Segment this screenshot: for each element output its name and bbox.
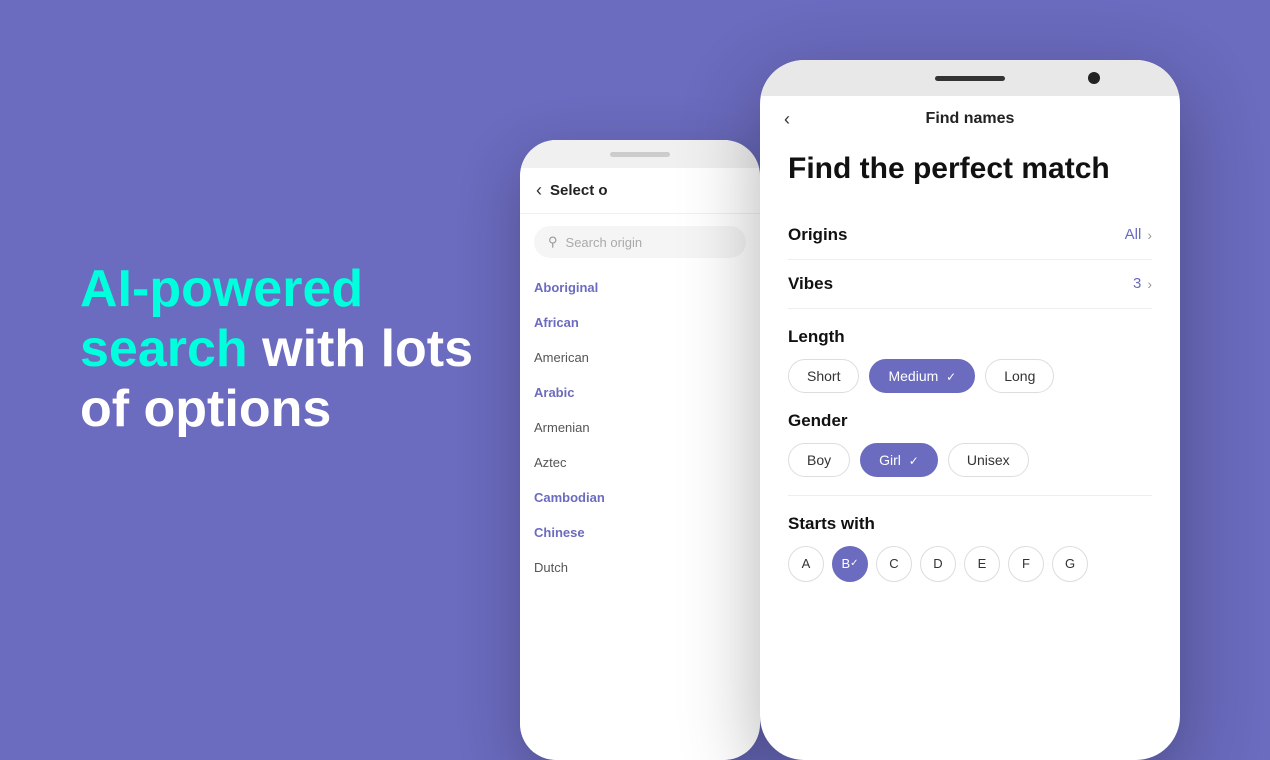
phone-front-title: Find names <box>926 110 1015 128</box>
gender-chip-unisex[interactable]: Unisex <box>948 443 1029 477</box>
origin-item-chinese[interactable]: Chinese <box>534 515 746 550</box>
origin-item-cambodian[interactable]: Cambodian <box>534 480 746 515</box>
starts-with-section-title: Starts with <box>788 514 1152 534</box>
search-icon: ⚲ <box>548 234 558 250</box>
gender-chip-boy[interactable]: Boy <box>788 443 850 477</box>
gender-section-title: Gender <box>788 411 1152 431</box>
search-origin-box[interactable]: ⚲ Search origin <box>534 226 746 258</box>
hero-line3: of options <box>80 380 331 438</box>
alpha-chips: A B ✓ C D E F G <box>788 546 1152 582</box>
alpha-chip-G[interactable]: G <box>1052 546 1088 582</box>
notch-bar <box>610 152 670 157</box>
phone-back: ‹ Select o ⚲ Search origin Aboriginal Af… <box>520 140 760 760</box>
phone-front: ‹ Find names Find the perfect match Orig… <box>760 60 1180 760</box>
phone-back-title: Select o <box>550 182 608 199</box>
length-section-title: Length <box>788 327 1152 347</box>
back-arrow-icon[interactable]: ‹ <box>536 180 542 201</box>
origins-filter-row[interactable]: Origins All › <box>788 211 1152 260</box>
vibes-arrow-icon: › <box>1147 276 1152 292</box>
phone-front-header: ‹ Find names <box>760 96 1180 142</box>
vibes-filter-label: Vibes <box>788 274 833 294</box>
origins-list: Aboriginal African American Arabic Armen… <box>520 270 760 760</box>
hero-line1-highlight: AI-powered <box>80 260 363 318</box>
divider <box>788 495 1152 496</box>
front-back-arrow-icon[interactable]: ‹ <box>784 109 790 130</box>
origins-value-text: All <box>1125 226 1142 243</box>
origins-filter-label: Origins <box>788 225 848 245</box>
phone-front-top-bar <box>760 60 1180 96</box>
phone-back-notch <box>520 140 760 168</box>
main-heading: Find the perfect match <box>788 152 1152 187</box>
length-chip-long[interactable]: Long <box>985 359 1054 393</box>
length-chips: Short Medium ✓ Long <box>788 359 1152 393</box>
phone-back-header: ‹ Select o <box>520 168 760 214</box>
length-chip-short[interactable]: Short <box>788 359 859 393</box>
front-camera <box>1088 72 1100 84</box>
hero-search-highlight: search <box>80 320 248 378</box>
alpha-chip-C[interactable]: C <box>876 546 912 582</box>
alpha-chip-F[interactable]: F <box>1008 546 1044 582</box>
vibes-value-text: 3 <box>1133 275 1141 292</box>
alpha-chip-D[interactable]: D <box>920 546 956 582</box>
vibes-filter-row[interactable]: Vibes 3 › <box>788 260 1152 309</box>
origins-arrow-icon: › <box>1147 227 1152 243</box>
search-origin-placeholder: Search origin <box>566 235 643 250</box>
gender-chips: Boy Girl ✓ Unisex <box>788 443 1152 477</box>
origins-filter-value: All › <box>1125 226 1152 243</box>
origin-item-african[interactable]: African <box>534 305 746 340</box>
vibes-filter-value: 3 › <box>1133 275 1152 292</box>
phone-front-body: Find the perfect match Origins All › Vib… <box>760 142 1180 582</box>
origin-item-aboriginal[interactable]: Aboriginal <box>534 270 746 305</box>
alpha-chip-A[interactable]: A <box>788 546 824 582</box>
hero-section: AI-powered search with lots of options <box>80 260 500 439</box>
origin-item-aztec[interactable]: Aztec <box>534 445 746 480</box>
front-notch-bar <box>935 76 1005 81</box>
origin-item-arabic[interactable]: Arabic <box>534 375 746 410</box>
length-chip-medium[interactable]: Medium ✓ <box>869 359 975 393</box>
hero-line2: with lots <box>262 320 473 378</box>
gender-chip-girl[interactable]: Girl ✓ <box>860 443 938 477</box>
alpha-chip-E[interactable]: E <box>964 546 1000 582</box>
origin-item-dutch[interactable]: Dutch <box>534 550 746 585</box>
origin-item-american[interactable]: American <box>534 340 746 375</box>
origin-item-armenian[interactable]: Armenian <box>534 410 746 445</box>
alpha-chip-B[interactable]: B ✓ <box>832 546 868 582</box>
